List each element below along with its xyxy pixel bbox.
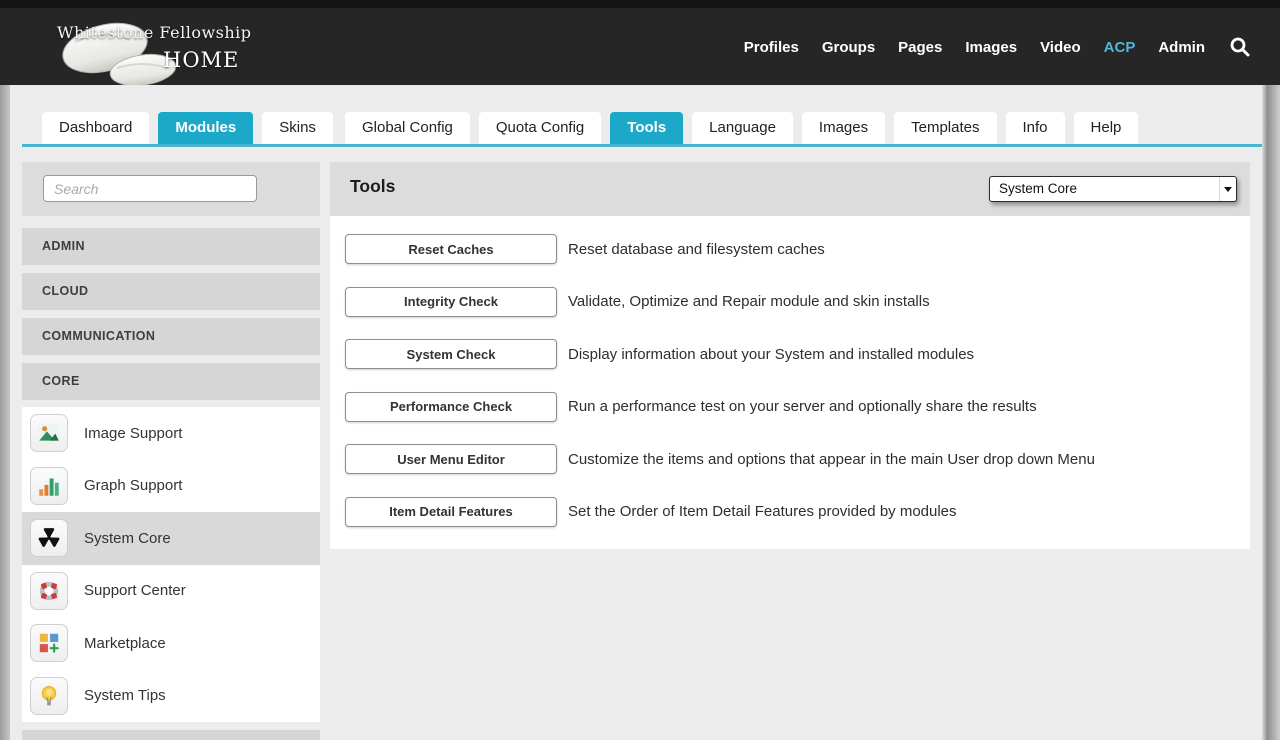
page-title: Tools — [350, 176, 395, 197]
sidebar-item-image-support[interactable]: Image Support — [22, 407, 320, 460]
sidebar-item-label: Support Center — [84, 582, 186, 599]
acp-page: Dashboard Modules Skins Global Config Qu… — [10, 85, 1262, 740]
tools-header: Tools System Core — [330, 162, 1250, 216]
tool-description: Validate, Optimize and Repair module and… — [568, 293, 930, 310]
tab-global-config[interactable]: Global Config — [345, 112, 470, 144]
tab-skins[interactable]: Skins — [262, 112, 333, 144]
support-center-icon — [30, 572, 68, 610]
tab-help[interactable]: Help — [1074, 112, 1139, 144]
sidebar-item-graph-support[interactable]: Graph Support — [22, 460, 320, 513]
sidebar-item-support-center[interactable]: Support Center — [22, 565, 320, 618]
sidebar-item-label: Image Support — [84, 425, 182, 442]
sidebar-item-label: Graph Support — [84, 477, 182, 494]
sidebar-item-marketplace[interactable]: Marketplace — [22, 617, 320, 670]
module-select-dropdown[interactable]: System Core — [989, 176, 1237, 202]
image-support-icon — [30, 414, 68, 452]
tools-content: Tools System Core Reset Caches Reset dat… — [330, 162, 1250, 549]
tool-row-item-detail-features: Item Detail Features Set the Order of It… — [330, 486, 1250, 539]
modules-list: Image Support Graph Support — [22, 407, 320, 722]
module-search-input[interactable] — [43, 175, 257, 202]
module-sidebar: ADMIN CLOUD COMMUNICATION CORE Image Sup… — [22, 162, 320, 740]
tab-templates[interactable]: Templates — [894, 112, 996, 144]
site-header: Whitestone Fellowship HOME Profiles Grou… — [0, 8, 1280, 86]
sidebar-search-panel — [22, 162, 320, 216]
sidebar-item-label: Marketplace — [84, 635, 166, 652]
tool-row-reset-caches: Reset Caches Reset database and filesyst… — [330, 223, 1250, 276]
tab-tools[interactable]: Tools — [610, 112, 683, 144]
search-icon[interactable] — [1228, 35, 1252, 59]
sidebar-item-label: System Tips — [84, 687, 166, 704]
tab-dashboard[interactable]: Dashboard — [42, 112, 149, 144]
category-cloud[interactable]: CLOUD — [22, 273, 320, 310]
subsection-tabs: Global Config Quota Config Tools Languag… — [345, 112, 1138, 144]
category-core[interactable]: CORE — [22, 363, 320, 400]
sidebar-item-system-tips[interactable]: System Tips — [22, 670, 320, 723]
nav-item-images[interactable]: Images — [965, 39, 1017, 56]
tab-images[interactable]: Images — [802, 112, 885, 144]
user-menu-editor-button[interactable]: User Menu Editor — [345, 444, 557, 474]
tab-info[interactable]: Info — [1006, 112, 1065, 144]
tab-bar: Dashboard Modules Skins Global Config Qu… — [22, 112, 1262, 147]
site-title: Whitestone Fellowship — [57, 23, 252, 42]
performance-check-button[interactable]: Performance Check — [345, 392, 557, 422]
nav-item-groups[interactable]: Groups — [822, 39, 875, 56]
nav-item-acp[interactable]: ACP — [1104, 39, 1136, 56]
tool-row-integrity-check: Integrity Check Validate, Optimize and R… — [330, 276, 1250, 329]
tool-description: Set the Order of Item Detail Features pr… — [568, 503, 957, 520]
system-tips-icon — [30, 677, 68, 715]
page-left-shadow — [0, 85, 10, 740]
vertical-scrollbar[interactable] — [1262, 85, 1280, 740]
tab-modules[interactable]: Modules — [158, 112, 253, 144]
tools-list: Reset Caches Reset database and filesyst… — [330, 216, 1250, 549]
category-bar-clipped[interactable] — [22, 730, 320, 740]
nav-item-profiles[interactable]: Profiles — [744, 39, 799, 56]
system-check-button[interactable]: System Check — [345, 339, 557, 369]
tool-row-user-menu-editor: User Menu Editor Customize the items and… — [330, 433, 1250, 486]
window-top-strip — [0, 0, 1280, 8]
header-nav: Profiles Groups Pages Images Video ACP A… — [744, 8, 1252, 86]
category-communication[interactable]: COMMUNICATION — [22, 318, 320, 355]
section-tabs: Dashboard Modules Skins — [42, 112, 333, 144]
reset-caches-button[interactable]: Reset Caches — [345, 234, 557, 264]
marketplace-icon — [30, 624, 68, 662]
tool-description: Run a performance test on your server an… — [568, 398, 1037, 415]
sidebar-item-label: System Core — [84, 530, 171, 547]
tab-quota-config[interactable]: Quota Config — [479, 112, 601, 144]
site-subtitle-home: HOME — [163, 48, 239, 72]
tool-description: Reset database and filesystem caches — [568, 241, 825, 258]
item-detail-features-button[interactable]: Item Detail Features — [345, 497, 557, 527]
tab-language[interactable]: Language — [692, 112, 793, 144]
nav-item-video[interactable]: Video — [1040, 39, 1081, 56]
tool-description: Display information about your System an… — [568, 346, 974, 363]
nav-item-admin[interactable]: Admin — [1158, 39, 1205, 56]
nav-item-pages[interactable]: Pages — [898, 39, 942, 56]
tool-description: Customize the items and options that app… — [568, 451, 1095, 468]
sidebar-item-system-core[interactable]: System Core — [22, 512, 320, 565]
category-admin[interactable]: ADMIN — [22, 228, 320, 265]
system-core-icon — [30, 519, 68, 557]
integrity-check-button[interactable]: Integrity Check — [345, 287, 557, 317]
tool-row-system-check: System Check Display information about y… — [330, 328, 1250, 381]
tool-row-performance-check: Performance Check Run a performance test… — [330, 381, 1250, 434]
graph-support-icon — [30, 467, 68, 505]
chevron-down-icon — [1219, 177, 1236, 201]
module-select-value: System Core — [999, 181, 1077, 196]
